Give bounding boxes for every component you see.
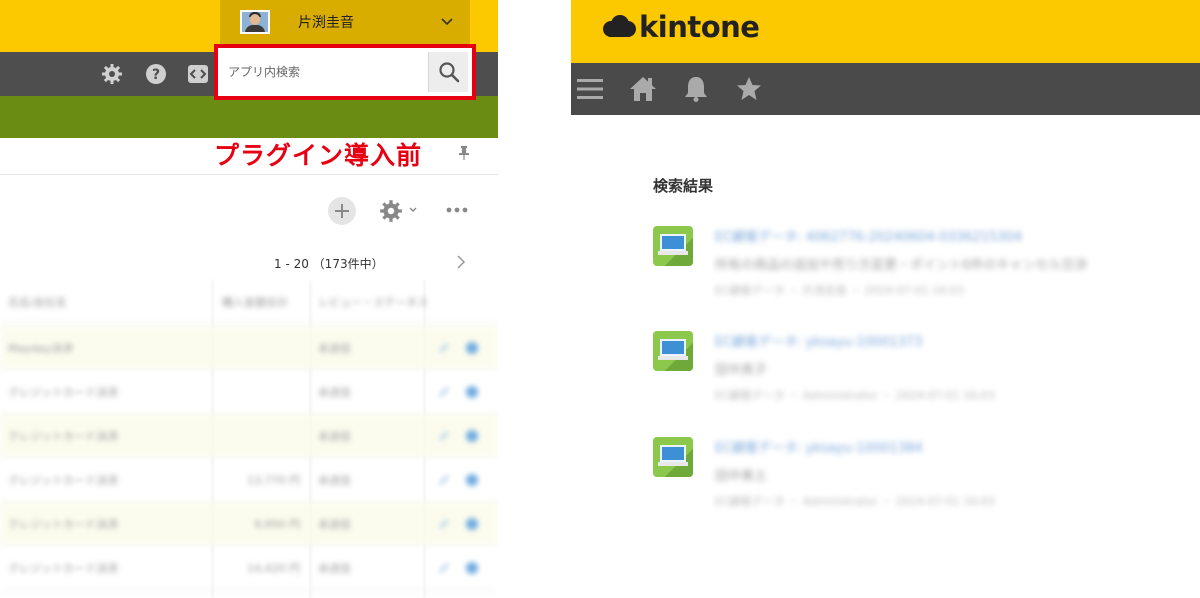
menu-icon[interactable] [576,75,604,103]
cell-amount: 14,420 円 [247,561,300,575]
comparison-screenshot: 片渕圭音 ? アプリ内検索 プラグイン導入前 1 - 20 （173件中） 氏名… [0,0,1200,598]
edit-icon[interactable] [438,342,450,354]
cell-status: 未送信 [318,341,351,355]
gear-icon[interactable] [100,62,124,86]
result-title-link[interactable]: EC顧客データ: yksayu-10001384 [715,437,995,456]
result-meta: EC顧客データ ・ 片渕圭音 ・ 2024-07-01 16:03 [715,284,964,297]
chevron-right-icon[interactable] [454,253,468,271]
result-meta: EC顧客データ ・ Administrator ・ 2024-07-01 16:… [715,389,995,402]
table-row[interactable]: クレジットカード決済 14,420 円 未送信 [0,546,498,590]
cell-name: クレジットカード決済 [8,561,118,575]
home-icon[interactable] [629,75,657,103]
cell-name: Mayday決済 [8,341,73,355]
table-row[interactable]: クレジットカード決済 未送信 [0,414,498,458]
cell-amount: 9,950 円 [254,517,300,531]
kintone-cloud-logo-icon [603,15,636,37]
info-icon[interactable] [466,474,478,486]
chevron-down-icon[interactable] [438,13,456,31]
chevron-down-icon[interactable] [408,205,418,215]
left-app-panel: 片渕圭音 ? アプリ内検索 プラグイン導入前 1 - 20 （173件中） 氏名… [0,0,498,598]
user-menu[interactable]: 片渕圭音 [220,0,470,44]
pagination-info: 1 - 20 （173件中） [274,257,384,271]
info-icon[interactable] [466,518,478,530]
column-header[interactable]: レビュー・ステータス [318,294,428,310]
edit-icon[interactable] [438,474,450,486]
pin-icon[interactable] [458,146,470,160]
result-subtitle: 所有の商品の追加や売り方変更・ポイント6件のキャンセル交渉 [715,258,1088,273]
kintone-nav-bar [571,63,1200,115]
view-settings-gear-icon[interactable] [378,198,404,224]
app-record-icon [653,226,693,266]
result-title-link[interactable]: EC顧客データ: yksayu-10001373 [715,331,995,350]
column-header[interactable]: 氏名/会社名 [8,294,67,310]
app-search-highlight [214,44,476,100]
result-subtitle: 田中真子 [715,363,768,378]
app-title-bar [0,96,498,138]
bell-icon[interactable] [682,75,710,103]
cell-status: 未送信 [318,385,351,399]
avatar [240,10,270,34]
table-row[interactable]: クレジットカード決済 未送信 [0,370,498,414]
divider [0,174,498,175]
table-row[interactable]: Mayday決済 未送信 [0,326,498,370]
svg-text:?: ? [152,67,160,83]
kintone-header: kintone [571,0,1200,63]
search-result-item[interactable]: EC顧客データ: 4062776-20240604-0336215304 所有の… [653,226,1193,306]
search-button[interactable] [428,52,468,92]
cell-name: クレジットカード決済 [8,473,118,487]
cell-name: クレジットカード決済 [8,385,118,399]
result-subtitle: 田中美土 [715,469,768,484]
user-name: 片渕圭音 [298,15,354,31]
edit-icon[interactable] [438,430,450,442]
more-options-icon[interactable] [445,206,469,214]
search-icon [438,62,459,83]
search-result-item[interactable]: EC顧客データ: yksayu-10001373 田中真子 EC顧客データ ・ … [653,331,1193,411]
result-meta: EC顧客データ ・ Administrator ・ 2024-07-01 16:… [715,495,995,508]
search-results-title: 検索結果 [653,177,714,195]
info-icon[interactable] [466,386,478,398]
result-title-link[interactable]: EC顧客データ: 4062776-20240604-0336215304 [715,226,1087,245]
star-icon[interactable] [735,75,763,103]
annotation-label: プラグイン導入前 [214,141,423,170]
edit-icon[interactable] [438,562,450,574]
cell-status: 未送信 [318,473,351,487]
cell-status: 未送信 [318,429,351,443]
edit-icon[interactable] [438,386,450,398]
cell-amount: 13,770 円 [247,473,300,487]
table-header-row: 氏名/会社名 購入金額合計 レビュー・ステータス [0,280,498,324]
search-result-item[interactable]: EC顧客データ: yksayu-10001384 田中美土 EC顧客データ ・ … [653,437,1193,517]
column-header[interactable]: 購入金額合計 [222,294,288,310]
kintone-logo[interactable]: kintone [639,10,760,44]
edit-icon[interactable] [438,518,450,530]
right-search-panel: kintone 検索結果 EC顧客データ: 4062776-20240604-0… [571,0,1200,598]
plus-icon [335,204,349,218]
cell-name: クレジットカード決済 [8,517,118,531]
code-icon[interactable] [186,62,210,86]
info-icon[interactable] [466,342,478,354]
app-record-icon [653,437,693,477]
help-icon[interactable]: ? [144,62,168,86]
table-row[interactable]: クレジットカード決済 13,770 円 未送信 [0,458,498,502]
table-row[interactable]: クレジットカード決済 9,950 円 未送信 [0,502,498,546]
info-icon[interactable] [466,562,478,574]
cell-name: クレジットカード決済 [8,429,118,443]
app-search-input[interactable] [222,52,428,92]
record-table: 氏名/会社名 購入金額合計 レビュー・ステータス Mayday決済 未送信 クレ… [0,280,498,598]
cell-status: 未送信 [318,561,351,575]
info-icon[interactable] [466,430,478,442]
app-record-icon [653,331,693,371]
add-record-button[interactable] [328,197,356,225]
cell-status: 未送信 [318,517,351,531]
